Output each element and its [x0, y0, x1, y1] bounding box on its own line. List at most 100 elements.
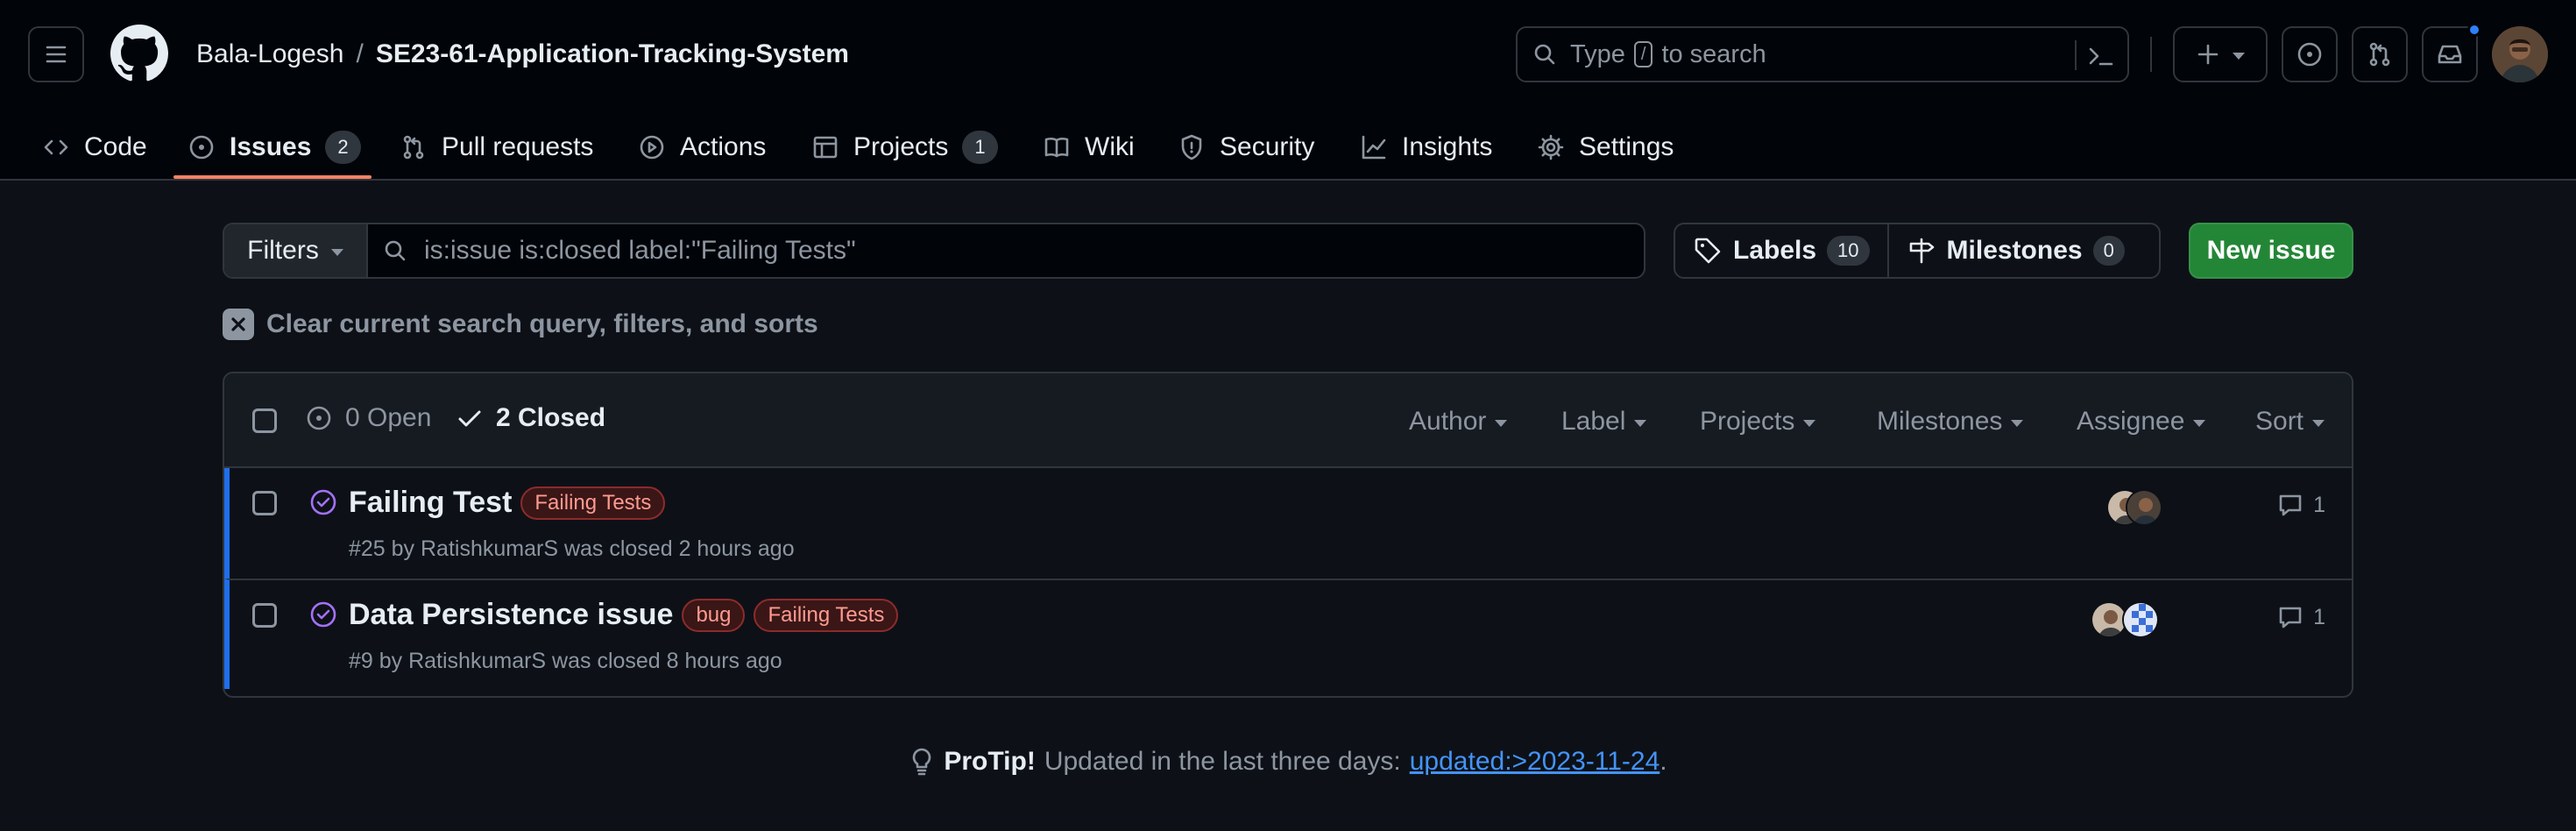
issue-search-input[interactable]: is:issue is:closed label:"Failing Tests" — [382, 236, 856, 266]
issue-opened-icon — [2297, 42, 2322, 67]
issue-opened-icon — [189, 135, 214, 160]
protip: ProTip! Updated in the last three days: … — [0, 747, 2576, 777]
tab-issues[interactable]: Issues 2 — [188, 114, 361, 181]
tab-projects-label: Projects — [853, 132, 949, 161]
git-pull-request-icon — [403, 135, 424, 160]
tab-pull-requests[interactable]: Pull requests — [400, 114, 593, 181]
triangle-down-icon — [2011, 420, 2024, 427]
tab-security[interactable]: Security — [1178, 114, 1314, 181]
header-divider — [2150, 37, 2152, 72]
notifications-button[interactable] — [2422, 23, 2481, 82]
labels-button[interactable]: Labels 10 — [1675, 224, 1887, 277]
issues-list: 0 Open 2 Closed Author Label Projects Mi… — [223, 372, 2353, 698]
gear-icon — [1538, 134, 1564, 160]
labels-counter: 10 — [1827, 236, 1870, 266]
filters-label: Filters — [247, 236, 319, 265]
search-icon — [1534, 44, 1555, 65]
triangle-down-icon — [1495, 420, 1508, 427]
triangle-down-icon — [1634, 420, 1647, 427]
filters-button[interactable]: Filters — [224, 224, 368, 277]
tab-wiki[interactable]: Wiki — [1043, 114, 1135, 181]
check-icon — [458, 410, 481, 427]
milestones-button[interactable]: Milestones 0 — [1886, 224, 2142, 277]
issue-title-link[interactable]: Failing Test — [349, 486, 512, 520]
clear-filters-link[interactable]: Clear current search query, filters, and… — [223, 309, 818, 340]
assignee-avatars — [2106, 489, 2176, 528]
github-logo-icon[interactable] — [110, 25, 168, 82]
open-issues-toggle[interactable]: 0 Open — [305, 403, 431, 433]
tab-actions-label: Actions — [680, 132, 767, 161]
user-avatar[interactable] — [2492, 26, 2548, 82]
tag-icon — [1695, 238, 1721, 264]
triangle-down-icon — [2233, 53, 2245, 60]
label-filter-dropdown[interactable]: Label — [1561, 407, 1647, 437]
labels-label: Labels — [1733, 236, 1817, 265]
tab-insights[interactable]: Insights — [1360, 114, 1492, 181]
tab-projects[interactable]: Projects 1 — [811, 114, 998, 181]
search-query-text: is:issue is:closed label:"Failing Tests" — [424, 236, 856, 265]
shield-icon — [1181, 134, 1202, 160]
assignee-filter-label: Assignee — [2077, 407, 2185, 436]
issue-closed-icon — [310, 601, 336, 628]
hamburger-icon — [46, 46, 67, 63]
issue-opened-icon — [307, 406, 331, 430]
milestones-counter: 0 — [2092, 236, 2125, 266]
author-filter-dropdown[interactable]: Author — [1409, 407, 1508, 437]
avatar[interactable] — [2122, 601, 2159, 638]
clear-filters-label: Clear current search query, filters, and… — [266, 309, 818, 338]
menu-button[interactable] — [28, 26, 84, 82]
projects-filter-dropdown[interactable]: Projects — [1700, 407, 1816, 437]
issue-checkbox[interactable] — [252, 491, 277, 515]
sort-dropdown[interactable]: Sort — [2255, 407, 2325, 437]
labels-milestones-group: Labels 10 Milestones 0 — [1674, 223, 2161, 279]
repo-nav-tabs: Code Issues 2 Pull requests Actions Proj… — [0, 114, 2576, 181]
milestones-filter-dropdown[interactable]: Milestones — [1877, 407, 2024, 437]
comments-link[interactable]: 1 — [2276, 491, 2325, 519]
label-filter-label: Label — [1561, 407, 1626, 436]
label-failing-tests[interactable]: Failing Tests — [520, 486, 666, 520]
protip-end: . — [1660, 747, 1667, 776]
tab-issues-label: Issues — [230, 132, 312, 161]
milestones-label: Milestones — [1946, 236, 2083, 265]
assignee-avatars — [2091, 601, 2161, 640]
new-issue-button[interactable]: New issue — [2189, 223, 2353, 279]
your-issues-button[interactable] — [2282, 26, 2338, 82]
comments-count: 1 — [2313, 604, 2325, 629]
close-icon — [223, 309, 254, 340]
repo-header: Bala-Logesh / SE23-61-Application-Tracking… — [0, 0, 2576, 181]
comments-link[interactable]: 1 — [2276, 603, 2325, 631]
tab-wiki-label: Wiki — [1085, 132, 1135, 161]
plus-icon — [2197, 44, 2219, 65]
projects-counter: 1 — [962, 131, 998, 164]
repo-owner-link[interactable]: Bala-Logesh — [196, 39, 343, 68]
search-placeholder-suffix: to search — [1661, 39, 1766, 68]
repo-name-link[interactable]: SE23-61-Application-Tracking-System — [376, 39, 849, 68]
issues-list-header: 0 Open 2 Closed Author Label Projects Mi… — [224, 373, 2352, 468]
select-all-checkbox[interactable] — [252, 408, 277, 433]
git-pull-request-icon — [2369, 42, 2390, 67]
tab-actions[interactable]: Actions — [638, 114, 766, 181]
closed-issues-toggle[interactable]: 2 Closed — [456, 403, 605, 433]
comment-icon — [2279, 494, 2302, 516]
issue-title-line: Data Persistence issue bug Failing Tests — [349, 598, 899, 632]
protip-link[interactable]: updated:>2023-11-24 — [1410, 747, 1660, 777]
command-palette-icon[interactable] — [2085, 40, 2117, 72]
assignee-filter-dropdown[interactable]: Assignee — [2077, 407, 2206, 437]
comments-count: 1 — [2313, 492, 2325, 517]
tab-settings[interactable]: Settings — [1537, 114, 1674, 181]
open-issues-label: 0 Open — [345, 403, 432, 432]
code-icon — [44, 139, 68, 155]
protip-text: Updated in the last three days: — [1044, 747, 1401, 776]
label-failing-tests[interactable]: Failing Tests — [754, 598, 899, 632]
global-search-input[interactable]: Type / to search — [1516, 26, 2129, 82]
create-new-button[interactable] — [2173, 26, 2268, 82]
issue-checkbox[interactable] — [252, 603, 277, 628]
issue-title-link[interactable]: Data Persistence issue — [349, 598, 673, 632]
triangle-down-icon — [330, 249, 343, 256]
your-pull-requests-button[interactable] — [2352, 26, 2408, 82]
tab-code[interactable]: Code — [42, 114, 147, 181]
breadcrumb: Bala-Logesh / SE23-61-Application-Tracking… — [196, 37, 849, 72]
label-bug[interactable]: bug — [682, 598, 746, 632]
avatar[interactable] — [2126, 489, 2162, 526]
issue-search-bar: Filters is:issue is:closed label:"Failin… — [223, 223, 1645, 279]
